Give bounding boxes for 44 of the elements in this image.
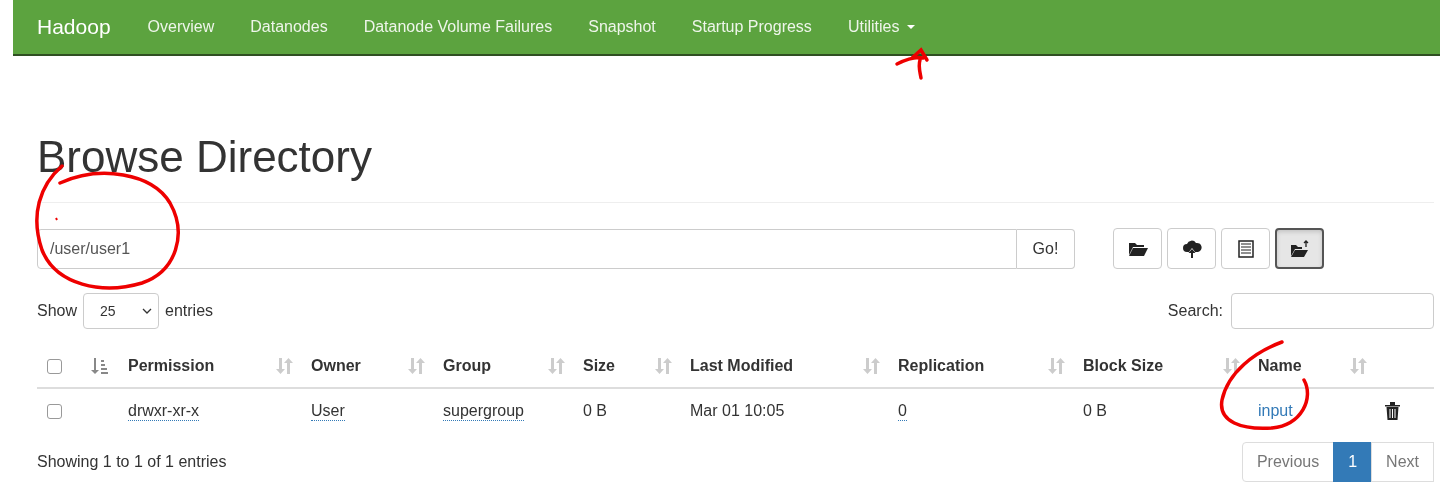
table-cell: Mar 01 10:05 bbox=[690, 402, 785, 420]
column-header[interactable]: Name bbox=[1258, 357, 1302, 375]
path-field[interactable]: /user/user1 bbox=[37, 228, 1017, 269]
file-link[interactable]: input bbox=[1258, 402, 1293, 420]
table-cell: User bbox=[311, 401, 345, 421]
entries-info: Showing 1 to 1 of 1 entries bbox=[37, 453, 227, 471]
list-icon bbox=[1237, 239, 1254, 258]
table-cell: drwxr-xr-x bbox=[128, 401, 200, 421]
folder-button[interactable] bbox=[1113, 228, 1162, 269]
go-button[interactable]: Go! bbox=[1017, 228, 1075, 269]
sort-icon[interactable] bbox=[1223, 358, 1240, 374]
table-cell: 0 B bbox=[1083, 402, 1107, 420]
new-folder-button[interactable] bbox=[1275, 228, 1324, 269]
page-title: Browse Directory bbox=[37, 132, 373, 182]
search-label: Search: bbox=[1167, 302, 1223, 320]
cloud-upload-icon bbox=[1181, 239, 1202, 258]
folder-icon bbox=[1127, 240, 1148, 257]
column-header[interactable]: Last Modified bbox=[690, 357, 794, 375]
column-header[interactable]: Replication bbox=[898, 357, 985, 375]
upload-button[interactable] bbox=[1167, 228, 1216, 269]
column-header[interactable]: Group bbox=[443, 357, 491, 375]
select-all-checkbox[interactable] bbox=[47, 358, 62, 374]
search-field[interactable] bbox=[1231, 293, 1434, 329]
chevron-down-icon bbox=[142, 308, 153, 314]
list-button[interactable] bbox=[1221, 228, 1270, 269]
entries-label: entries bbox=[165, 302, 214, 320]
table-cell: 0 bbox=[898, 401, 907, 421]
column-header[interactable]: Owner bbox=[311, 357, 361, 375]
page-button[interactable]: Next bbox=[1371, 442, 1434, 482]
page-button[interactable]: 1 bbox=[1333, 442, 1373, 482]
show-label: Show bbox=[37, 302, 78, 320]
trash-icon[interactable] bbox=[1385, 402, 1400, 420]
new-folder-icon bbox=[1289, 239, 1310, 258]
table-cell: supergroup bbox=[443, 401, 524, 421]
caret-icon bbox=[907, 25, 916, 29]
sort-descending-icon bbox=[90, 358, 108, 374]
entries-select[interactable]: 25 bbox=[83, 293, 160, 329]
table-cell: 0 B bbox=[583, 402, 607, 420]
column-header[interactable]: Permission bbox=[128, 357, 215, 375]
annotation-arrow bbox=[895, 48, 929, 80]
column-header[interactable]: Block Size bbox=[1083, 357, 1164, 375]
row-checkbox[interactable] bbox=[47, 403, 62, 419]
page-button[interactable]: Previous bbox=[1241, 442, 1335, 482]
column-header[interactable]: Size bbox=[583, 357, 615, 375]
